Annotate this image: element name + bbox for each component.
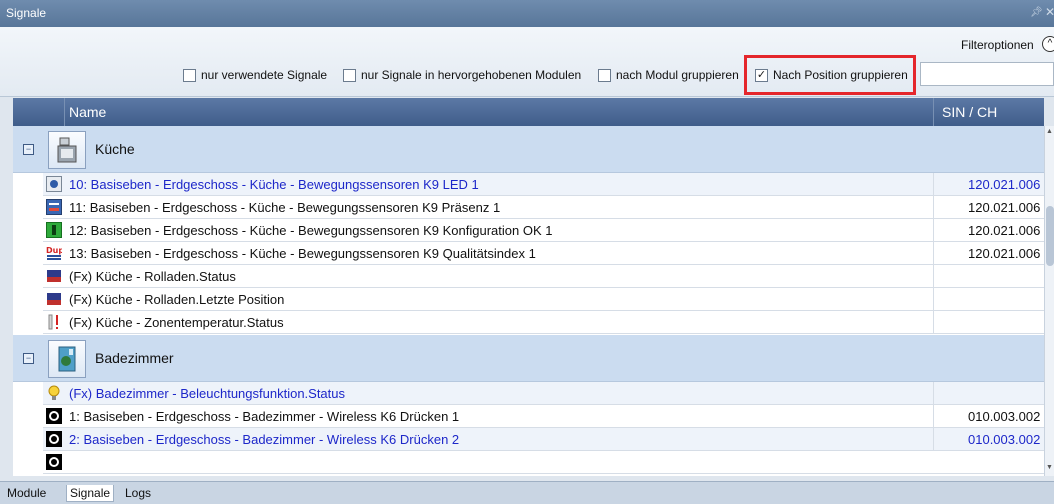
row-name: (Fx) Küche - Rolladen.Status <box>69 269 236 284</box>
window-titlebar: Signale 📌︎ ✕ <box>0 0 1054 27</box>
row-name: (Fx) Küche - Zonentemperatur.Status <box>69 315 284 330</box>
row-name: 10: Basiseben - Erdgeschoss - Küche - Be… <box>69 177 479 192</box>
search-input[interactable] <box>920 62 1054 86</box>
row-name: 13: Basiseben - Erdgeschoss - Küche - Be… <box>69 246 536 261</box>
checkbox-box[interactable] <box>343 68 356 82</box>
highlight-frame <box>744 55 916 95</box>
vertical-scrollbar[interactable]: ▲ ▼ <box>1044 126 1054 476</box>
scroll-up-icon[interactable]: ▲ <box>1046 128 1053 135</box>
row-name: 11: Basiseben - Erdgeschoss - Küche - Be… <box>69 200 501 215</box>
checkbox-box[interactable] <box>183 68 196 82</box>
collapse-icon[interactable]: − <box>23 353 34 364</box>
checkbox-label: nach Modul gruppieren <box>616 68 739 82</box>
shutter-icon <box>46 291 62 307</box>
checkbox-group-by-module[interactable]: nach Modul gruppieren <box>598 67 739 83</box>
led-icon <box>46 176 62 192</box>
row-sin <box>933 265 1044 288</box>
row-name: (Fx) Küche - Rolladen.Letzte Position <box>69 292 285 307</box>
filter-options-label[interactable]: Filteroptionen <box>961 38 1034 52</box>
window-title: Signale <box>6 6 47 20</box>
row-sin: 120.021.006 <box>933 173 1044 196</box>
group-label: Küche <box>95 141 135 157</box>
row-sin <box>933 311 1044 334</box>
row-sin <box>933 288 1044 311</box>
header-spacer <box>13 98 65 126</box>
presence-icon <box>46 199 62 215</box>
row-sin: 120.021.006 <box>933 242 1044 265</box>
row-sin: 120.021.006 <box>933 219 1044 242</box>
shutter-icon <box>46 268 62 284</box>
push-button-icon <box>46 454 62 470</box>
row-name: 1: Basiseben - Erdgeschoss - Badezimmer … <box>69 409 460 424</box>
table-row[interactable]: 1: Basiseben - Erdgeschoss - Badezimmer … <box>43 405 1044 428</box>
table-row[interactable]: 10: Basiseben - Erdgeschoss - Küche - Be… <box>43 173 1044 196</box>
bottom-tab-bar: Module Signale Logs <box>0 481 1054 504</box>
thermometer-icon <box>46 314 62 330</box>
table-row[interactable]: (Fx) Badezimmer - Beleuchtungsfunktion.S… <box>43 382 1044 405</box>
grid-header: Name SIN / CH <box>13 98 1044 126</box>
group-header-badezimmer[interactable]: − Badezimmer <box>13 335 1044 382</box>
table-row[interactable]: (Fx) Küche - Rolladen.Status <box>43 265 1044 288</box>
lightbulb-icon <box>46 385 62 401</box>
collapse-icon[interactable]: − <box>23 144 34 155</box>
table-row[interactable] <box>43 451 1044 474</box>
row-sin: 010.003.002 <box>933 405 1044 428</box>
table-row[interactable]: 12: Basiseben - Erdgeschoss - Küche - Be… <box>43 219 1044 242</box>
scrollbar-thumb[interactable] <box>1046 206 1054 266</box>
pin-icon[interactable]: 📌︎ <box>1030 7 1043 18</box>
checkbox-label: nur Signale in hervorgehobenen Modulen <box>361 68 582 82</box>
config-ok-icon <box>46 222 62 238</box>
row-name: (Fx) Badezimmer - Beleuchtungsfunktion.S… <box>69 386 346 401</box>
signal-grid: − Küche 10: Basiseben - Erdgeschoss - Kü… <box>13 126 1044 476</box>
group-header-kueche[interactable]: − Küche <box>13 126 1044 173</box>
dup-icon: Dup <box>46 245 64 261</box>
checkbox-label: nur verwendete Signale <box>201 68 328 82</box>
tab-module[interactable]: Module <box>4 485 49 501</box>
table-row[interactable]: (Fx) Küche - Zonentemperatur.Status <box>43 311 1044 334</box>
scroll-down-icon[interactable]: ▼ <box>1046 464 1053 471</box>
row-sin <box>933 382 1044 405</box>
row-name: 12: Basiseben - Erdgeschoss - Küche - Be… <box>69 223 553 238</box>
bathroom-icon <box>48 340 86 378</box>
checkbox-used-signals[interactable]: nur verwendete Signale <box>183 67 327 83</box>
table-row[interactable]: (Fx) Küche - Rolladen.Letzte Position <box>43 288 1044 311</box>
kitchen-icon <box>48 131 86 169</box>
column-header-name[interactable]: Name <box>69 104 106 120</box>
table-row[interactable]: 2: Basiseben - Erdgeschoss - Badezimmer … <box>43 428 1044 451</box>
push-button-icon <box>46 431 62 447</box>
row-sin: 010.003.002 <box>933 428 1044 451</box>
group-label: Badezimmer <box>95 350 174 366</box>
table-row[interactable]: 11: Basiseben - Erdgeschoss - Küche - Be… <box>43 196 1044 219</box>
chevron-up-icon[interactable]: ^ <box>1042 36 1054 52</box>
table-row[interactable]: Dup 13: Basiseben - Erdgeschoss - Küche … <box>43 242 1044 265</box>
tab-signale[interactable]: Signale <box>66 485 115 502</box>
close-icon[interactable]: ✕ <box>1045 5 1054 19</box>
svg-text:Dup: Dup <box>46 246 62 255</box>
checkbox-highlighted-modules[interactable]: nur Signale in hervorgehobenen Modulen <box>343 67 581 83</box>
push-button-icon <box>46 408 62 424</box>
row-name: 2: Basiseben - Erdgeschoss - Badezimmer … <box>69 432 460 447</box>
checkbox-box[interactable] <box>598 68 611 82</box>
tab-logs[interactable]: Logs <box>122 485 154 501</box>
row-sin: 120.021.006 <box>933 196 1044 219</box>
column-header-sin[interactable]: SIN / CH <box>933 98 1005 126</box>
